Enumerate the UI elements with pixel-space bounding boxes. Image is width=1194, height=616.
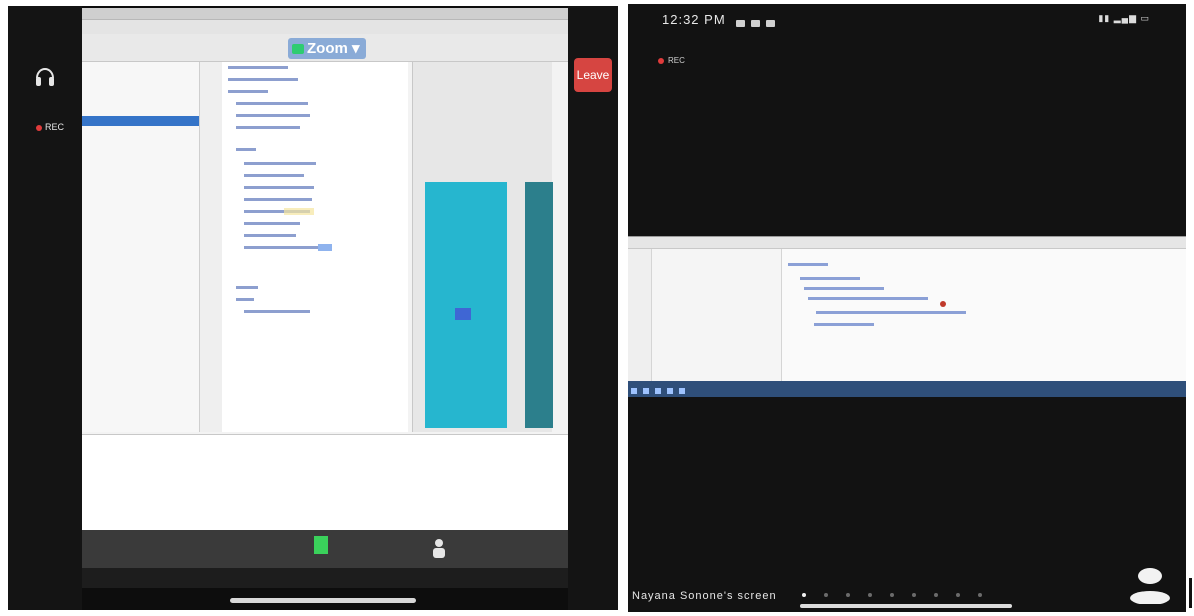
page-dot[interactable] bbox=[934, 593, 938, 597]
ide-menu-bar bbox=[82, 20, 568, 34]
person-icon bbox=[433, 539, 445, 558]
chat-icon bbox=[751, 20, 760, 27]
heart-icon bbox=[766, 20, 775, 27]
preview-device-design[interactable] bbox=[425, 182, 507, 428]
task-icon bbox=[679, 388, 685, 394]
page-dot[interactable] bbox=[824, 593, 828, 597]
ide-title-bar bbox=[82, 8, 568, 20]
thumb-code-line bbox=[816, 311, 966, 314]
leave-button[interactable]: Leave bbox=[574, 58, 612, 92]
shared-screen-thumbnail[interactable] bbox=[628, 236, 1186, 397]
page-dot[interactable] bbox=[890, 593, 894, 597]
zoom-annotation-toolbar[interactable] bbox=[82, 568, 568, 588]
thumb-code-line bbox=[788, 263, 828, 266]
screen-owner-label: Nayana Sonone's screen bbox=[632, 590, 777, 602]
ide-toolbar: Zoom ▾ bbox=[82, 34, 568, 62]
thumb-code-line bbox=[808, 297, 928, 300]
layout-preview-pane bbox=[412, 62, 553, 432]
tree-row-selected[interactable] bbox=[82, 116, 199, 126]
status-icons bbox=[736, 14, 781, 32]
page-dot[interactable] bbox=[846, 593, 850, 597]
home-indicator[interactable] bbox=[800, 604, 1012, 608]
preview-button[interactable] bbox=[455, 308, 471, 320]
tree-row[interactable] bbox=[82, 156, 199, 166]
thumb-code-line bbox=[804, 287, 884, 290]
shared-screen-android-studio: Zoom ▾ bbox=[82, 8, 568, 568]
page-indicator[interactable] bbox=[802, 584, 1000, 602]
tree-row[interactable] bbox=[82, 106, 199, 116]
record-dot-icon bbox=[658, 57, 664, 64]
tree-row[interactable] bbox=[82, 146, 199, 156]
task-icon bbox=[667, 388, 673, 394]
zoom-camera-icon bbox=[292, 44, 304, 55]
recording-indicator: REC bbox=[658, 56, 685, 65]
meeting-right-rail: Leave bbox=[568, 6, 618, 610]
page-dot-active[interactable] bbox=[802, 593, 806, 597]
code-editor[interactable] bbox=[222, 62, 408, 432]
page-dot[interactable] bbox=[956, 593, 960, 597]
page-dot[interactable] bbox=[978, 593, 982, 597]
zoom-share-badge[interactable]: Zoom ▾ bbox=[288, 38, 366, 59]
editor-gutter bbox=[200, 62, 222, 432]
audio-headset-icon[interactable] bbox=[34, 62, 56, 90]
tree-row[interactable] bbox=[82, 96, 199, 106]
thumb-sidebar bbox=[628, 249, 652, 381]
windows-taskbar bbox=[82, 530, 568, 568]
thumb-taskbar bbox=[628, 381, 1186, 397]
status-time: 12:32 PM bbox=[662, 12, 726, 27]
left-phone-zoom-landscape: REC Zoom ▾ Leave bbox=[8, 6, 618, 610]
participant-avatar-icon[interactable] bbox=[1128, 564, 1172, 604]
edge-mark bbox=[1189, 578, 1192, 608]
thumb-project-pane bbox=[652, 249, 782, 381]
thumb-code-line bbox=[800, 277, 860, 280]
page-dot[interactable] bbox=[912, 593, 916, 597]
tree-row[interactable] bbox=[82, 136, 199, 146]
thumb-toolbar bbox=[628, 237, 1186, 249]
recording-indicator: REC bbox=[36, 122, 64, 132]
task-icon bbox=[655, 388, 661, 394]
task-icon bbox=[643, 388, 649, 394]
battery-signal-icons: ▮▮ ▂▄▆ ▭ bbox=[1098, 13, 1150, 23]
tree-row[interactable] bbox=[82, 126, 199, 136]
project-tree-panel bbox=[82, 62, 200, 432]
breakpoint-dot bbox=[940, 301, 946, 307]
video-icon bbox=[736, 20, 745, 27]
status-bar: 12:32 PM ▮▮ ▂▄▆ ▭ bbox=[628, 4, 1186, 32]
tree-row[interactable] bbox=[82, 76, 199, 86]
preview-device-blueprint[interactable] bbox=[525, 182, 553, 428]
right-phone-zoom-portrait: 12:32 PM ▮▮ ▂▄▆ ▭ REC Nayana Sonone's sc… bbox=[628, 4, 1186, 612]
home-indicator[interactable] bbox=[230, 598, 416, 603]
task-icon bbox=[631, 388, 637, 394]
record-dot-icon bbox=[36, 124, 42, 131]
ide-bottom-panel bbox=[82, 434, 568, 530]
meeting-left-rail: REC bbox=[8, 6, 82, 610]
thumb-code-line bbox=[814, 323, 874, 326]
code-lines-blur bbox=[228, 66, 332, 313]
taskbar-app-icon[interactable] bbox=[314, 536, 328, 554]
page-dot[interactable] bbox=[868, 593, 872, 597]
tree-row[interactable] bbox=[82, 86, 199, 96]
